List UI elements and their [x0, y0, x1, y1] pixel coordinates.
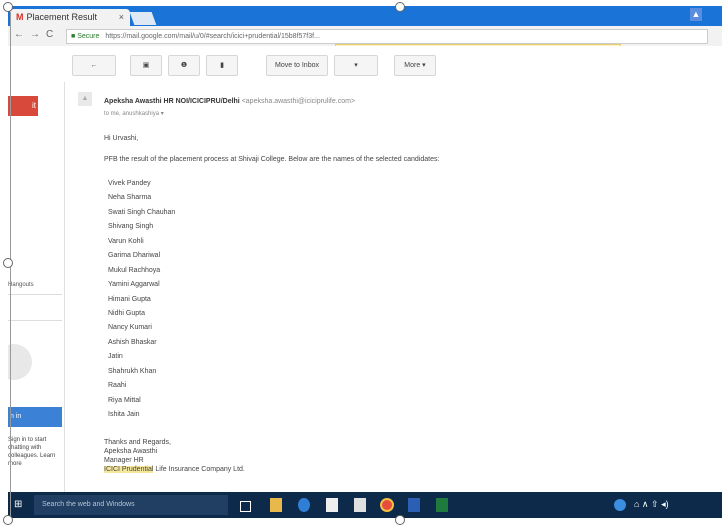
url-input[interactable]: ■ Secure https://mail.google.com/mail/u/…: [66, 29, 708, 44]
move-to-inbox-button[interactable]: Move to Inbox: [266, 55, 328, 76]
list-item: Jatin: [108, 353, 123, 361]
list-item: Vivek Pandey: [108, 180, 151, 187]
report-spam-button[interactable]: ❶: [168, 55, 200, 76]
back-to-search-button[interactable]: ←: [72, 55, 116, 76]
chrome-icon[interactable]: [380, 498, 394, 512]
compose-button[interactable]: it: [8, 96, 38, 116]
company-highlight: ICICI Prudential: [104, 466, 154, 473]
forward-nav-icon[interactable]: →: [30, 29, 40, 40]
tab-title: Placement Result: [26, 12, 98, 22]
recipients[interactable]: to me, anushkashiya ▾: [104, 110, 164, 117]
lock-icon: ■: [71, 33, 76, 40]
message-body: Hi Urvashi, PFB the result of the placem…: [104, 132, 439, 167]
selection-handle[interactable]: [3, 515, 13, 525]
selection-handle[interactable]: [3, 258, 13, 268]
candidate-list: Vivek Pandey Neha Sharma Swati Singh Cha…: [108, 177, 175, 422]
list-item: Nidhi Gupta: [108, 309, 145, 317]
sender-avatar: ▲: [78, 92, 92, 106]
list-item: Shahrukh Khan: [108, 367, 157, 375]
cortana-tray-icon[interactable]: [614, 499, 626, 511]
tray-icons[interactable]: ⌂ ∧ ⇧ ◂): [634, 499, 669, 510]
list-item: Himani Gupta: [108, 295, 151, 303]
edge-browser-icon[interactable]: [298, 498, 310, 512]
greeting: Hi Urvashi,: [104, 135, 139, 142]
intro-text: PFB the result of the placement process …: [104, 156, 440, 163]
list-item: Ishita Jain: [108, 411, 140, 418]
word-icon[interactable]: [408, 498, 420, 512]
back-nav-icon[interactable]: ←: [14, 29, 24, 40]
sign-in-button[interactable]: n in: [8, 407, 62, 427]
more-button[interactable]: More ▾: [394, 55, 436, 76]
sign-company: ICICI Prudential Life Insurance Company …: [104, 465, 245, 474]
list-item: Swati Singh Chauhan: [108, 208, 176, 216]
reload-icon[interactable]: C: [46, 29, 53, 40]
hangouts-avatar: [8, 344, 32, 380]
secure-label: Secure: [77, 33, 100, 40]
archive-button[interactable]: ▣: [130, 55, 162, 76]
gmail-icon: M: [16, 12, 24, 22]
sender-email: <apeksha.awasthi@iciciprulife.com>: [241, 98, 356, 105]
sender-line: Apeksha Awasthi HR NOI/ICICIPRU/Delhi <a…: [104, 98, 355, 105]
company-rest: Life Insurance Company Ltd.: [153, 466, 245, 473]
left-nav: it Hangouts n in Sign in to start chatti…: [8, 82, 65, 492]
taskbar-search-input[interactable]: Search the web and Windows: [34, 495, 228, 515]
screenshot-frame: M Placement Result × ▲ ← → C ■ Secure htt…: [8, 6, 722, 518]
sign-in-text: Sign in to start chatting with colleague…: [8, 437, 56, 467]
list-item: Nancy Kumari: [108, 324, 152, 332]
list-item: Shivang Singh: [108, 223, 154, 231]
list-item: Neha Sharma: [108, 194, 152, 202]
tab-close-icon[interactable]: ×: [119, 9, 124, 26]
list-item: Garima Dhariwal: [108, 252, 161, 260]
list-item: Mukul Rachhoya: [108, 266, 161, 274]
sign-title: Manager HR: [104, 457, 144, 464]
tab-placement-result[interactable]: M Placement Result ×: [10, 9, 130, 26]
sign-name: Apeksha Awasthi: [104, 448, 158, 455]
app-icon[interactable]: [354, 498, 366, 512]
sender-name[interactable]: Apeksha Awasthi HR NOI/ICICIPRU/Delhi: [104, 98, 240, 105]
windows-taskbar: ⊞ Search the web and Windows ⌂ ∧ ⇧ ◂): [8, 492, 722, 518]
list-item: Ashish Bhaskar: [108, 338, 157, 346]
new-tab-button[interactable]: [129, 12, 157, 25]
list-item: Yamini Aggarwal: [108, 281, 160, 289]
profile-icon[interactable]: ▲: [690, 8, 702, 21]
labels-button[interactable]: ▾: [334, 55, 378, 76]
contacts-label[interactable]: Hangouts: [8, 282, 34, 288]
windows-start-icon[interactable]: ⊞: [14, 499, 26, 511]
list-item: Varun Kohli: [108, 237, 144, 245]
nav-divider: [8, 294, 62, 295]
list-item: Riya Mittal: [108, 396, 141, 404]
store-icon[interactable]: [326, 498, 338, 512]
selection-handle[interactable]: [395, 2, 405, 12]
task-view-icon[interactable]: [240, 501, 251, 512]
file-explorer-icon[interactable]: [270, 498, 282, 512]
signature: Thanks and Regards, Apeksha Awasthi Mana…: [104, 438, 245, 474]
selection-handle[interactable]: [395, 515, 405, 525]
excel-icon[interactable]: [436, 498, 448, 512]
gmail-toolbar: ← ▣ ❶ ▮ Move to Inbox ▾ More ▾: [8, 46, 722, 82]
url-text: https://mail.google.com/mail/u/0/#search…: [105, 33, 320, 40]
nav-divider: [8, 320, 62, 321]
list-item: Raahi: [108, 382, 127, 390]
selection-handle[interactable]: [3, 2, 13, 12]
message-view: ▲ Apeksha Awasthi HR NOI/ICICIPRU/Delhi …: [72, 82, 712, 492]
browser-tab-strip: M Placement Result × ▲: [8, 6, 722, 26]
delete-button[interactable]: ▮: [206, 55, 238, 76]
sign-off: Thanks and Regards,: [104, 439, 171, 446]
